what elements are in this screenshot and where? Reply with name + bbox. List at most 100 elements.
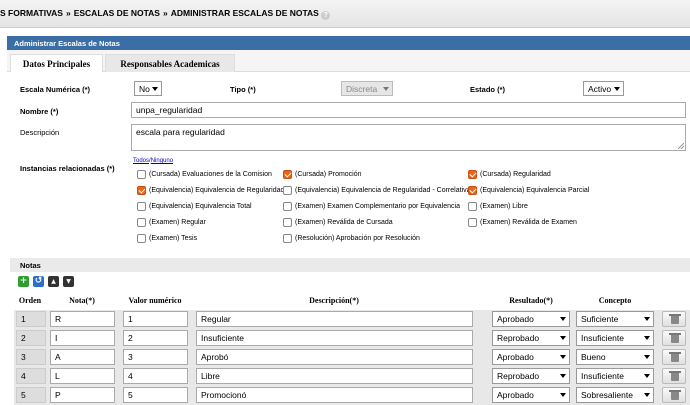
checkbox-unchecked-icon[interactable] — [283, 202, 292, 211]
descripcion-input[interactable]: Promocionó — [196, 387, 473, 403]
concepto-select[interactable]: Insuficiente — [576, 330, 654, 346]
descripcion-input[interactable]: Regular — [196, 311, 473, 327]
valor-input[interactable]: 5 — [123, 387, 188, 403]
concepto-value: Suficiente — [581, 314, 619, 324]
estado-select[interactable]: Activo — [583, 81, 624, 96]
instancia-checkbox-item[interactable]: (Equivalencia) Equivalencia Total — [137, 202, 252, 211]
checkbox-checked-icon[interactable] — [283, 170, 292, 179]
nota-input[interactable]: R — [50, 311, 115, 327]
delete-row-button[interactable] — [662, 349, 686, 365]
tab-datos-principales[interactable]: Datos Principales — [10, 54, 103, 72]
chevron-down-icon — [383, 87, 389, 91]
orden-cell: 3 — [16, 349, 46, 365]
descripcion-textarea[interactable]: escala para regularidad — [131, 124, 686, 151]
breadcrumb-separator: » — [65, 8, 71, 18]
concepto-value: Sobresaliente — [581, 390, 633, 400]
checkbox-unchecked-icon[interactable] — [137, 234, 146, 243]
breadcrumb-item-2: ADMINISTRAR ESCALAS DE NOTAS — [170, 8, 319, 18]
checkbox-checked-icon[interactable] — [137, 186, 146, 195]
instancia-checkbox-item[interactable]: (Cursada) Evaluaciones de la Comision — [137, 170, 272, 179]
delete-row-button[interactable] — [662, 387, 686, 403]
add-icon[interactable]: + — [18, 276, 29, 287]
resultado-select[interactable]: Reprobado — [492, 368, 570, 384]
delete-row-button[interactable] — [662, 368, 686, 384]
instancia-label: (Examen) Libre — [480, 203, 528, 210]
concepto-select[interactable]: Insuficiente — [576, 368, 654, 384]
nota-input[interactable]: L — [50, 368, 115, 384]
undo-icon[interactable]: ↺ — [33, 276, 44, 287]
instancia-checkbox-item[interactable]: (Resolución) Aprobación por Resolución — [283, 234, 420, 243]
instancia-label: (Examen) Reválida de Examen — [480, 219, 577, 226]
resultado-value: Reprobado — [497, 371, 540, 381]
checkbox-unchecked-icon[interactable] — [283, 186, 292, 195]
instancia-checkbox-item[interactable]: (Examen) Reválida de Cursada — [283, 218, 393, 227]
nota-input[interactable]: P — [50, 387, 115, 403]
delete-row-button[interactable] — [662, 330, 686, 346]
valor-input[interactable]: 4 — [123, 368, 188, 384]
escala-numerica-select[interactable]: No — [134, 81, 162, 96]
trash-icon — [671, 392, 679, 400]
instancia-checkbox-item[interactable]: (Examen) Reválida de Examen — [468, 218, 577, 227]
tipo-select: Discreta — [341, 81, 393, 96]
instancia-checkbox-item[interactable]: (Equivalencia) Equivalencia de Regularid… — [283, 186, 474, 195]
instancia-checkbox-item[interactable]: (Equivalencia) Equivalencia Parcial — [468, 186, 589, 195]
arrow-down-icon[interactable]: ▼ — [63, 276, 74, 287]
instancia-label: (Resolución) Aprobación por Resolución — [295, 235, 420, 242]
resultado-select[interactable]: Reprobado — [492, 330, 570, 346]
ninguno-link[interactable]: Ninguno — [151, 158, 173, 164]
nombre-input[interactable]: unpa_regularidad — [131, 102, 686, 118]
concepto-select[interactable]: Bueno — [576, 349, 654, 365]
column-header-descripcion: Descripción(*) — [309, 296, 359, 305]
select-links: Todos/Ninguno — [133, 158, 173, 164]
concepto-select[interactable]: Sobresaliente — [576, 387, 654, 403]
concepto-select[interactable]: Suficiente — [576, 311, 654, 327]
column-header-orden: Orden — [18, 296, 42, 305]
descripcion-input[interactable]: Libre — [196, 368, 473, 384]
resultado-value: Aprobado — [497, 390, 534, 400]
descripcion-value: escala para regularidad — [136, 127, 225, 137]
instancia-checkbox-item[interactable]: (Equivalencia) Equivalencia de Regularid… — [137, 186, 284, 195]
checkbox-unchecked-icon[interactable] — [137, 218, 146, 227]
estado-label: Estado (*) — [470, 85, 506, 94]
resultado-select[interactable]: Aprobado — [492, 311, 570, 327]
delete-row-button[interactable] — [662, 311, 686, 327]
valor-input[interactable]: 2 — [123, 330, 188, 346]
resultado-select[interactable]: Aprobado — [492, 387, 570, 403]
checkbox-unchecked-icon[interactable] — [283, 234, 292, 243]
instancia-checkbox-item[interactable]: (Examen) Examen Complementario por Equiv… — [283, 202, 460, 211]
escala-numerica-value: No — [139, 84, 150, 94]
checkbox-unchecked-icon[interactable] — [137, 202, 146, 211]
descripcion-input[interactable]: Insuficiente — [196, 330, 473, 346]
checkbox-unchecked-icon[interactable] — [468, 218, 477, 227]
descripcion-input[interactable]: Aprobó — [196, 349, 473, 365]
valor-input[interactable]: 3 — [123, 349, 188, 365]
resultado-value: Reprobado — [497, 333, 540, 343]
instancia-checkbox-item[interactable]: (Examen) Regular — [137, 218, 206, 227]
arrow-up-icon[interactable]: ▲ — [48, 276, 59, 287]
nombre-label: Nombre (*) — [20, 107, 59, 116]
instancia-checkbox-item[interactable]: (Cursada) Regularidad — [468, 170, 551, 179]
resize-grip-icon[interactable] — [678, 143, 684, 149]
tab-responsables-academicas[interactable]: Responsables Academicas — [105, 54, 235, 72]
help-icon[interactable]: ? — [321, 11, 331, 20]
chevron-down-icon — [152, 87, 158, 91]
resultado-select[interactable]: Aprobado — [492, 349, 570, 365]
nota-input[interactable]: I — [50, 330, 115, 346]
breadcrumb-item-0[interactable]: S FORMATIVAS — [0, 8, 63, 18]
checkbox-checked-icon[interactable] — [468, 170, 477, 179]
chevron-down-icon — [560, 374, 566, 378]
checkbox-unchecked-icon[interactable] — [283, 218, 292, 227]
checkbox-unchecked-icon[interactable] — [468, 202, 477, 211]
chevron-down-icon — [644, 336, 650, 340]
valor-input[interactable]: 1 — [123, 311, 188, 327]
instancia-checkbox-item[interactable]: (Examen) Tesis — [137, 234, 197, 243]
todos-link[interactable]: Todos — [133, 158, 149, 164]
checkbox-unchecked-icon[interactable] — [137, 170, 146, 179]
nota-input[interactable]: A — [50, 349, 115, 365]
chevron-down-icon — [560, 393, 566, 397]
instancia-checkbox-item[interactable]: (Cursada) Promoción — [283, 170, 362, 179]
checkbox-checked-icon[interactable] — [468, 186, 477, 195]
breadcrumb-item-1[interactable]: ESCALAS DE NOTAS — [74, 8, 160, 18]
instancia-checkbox-item[interactable]: (Examen) Libre — [468, 202, 528, 211]
instancia-label: (Cursada) Evaluaciones de la Comision — [149, 171, 272, 178]
